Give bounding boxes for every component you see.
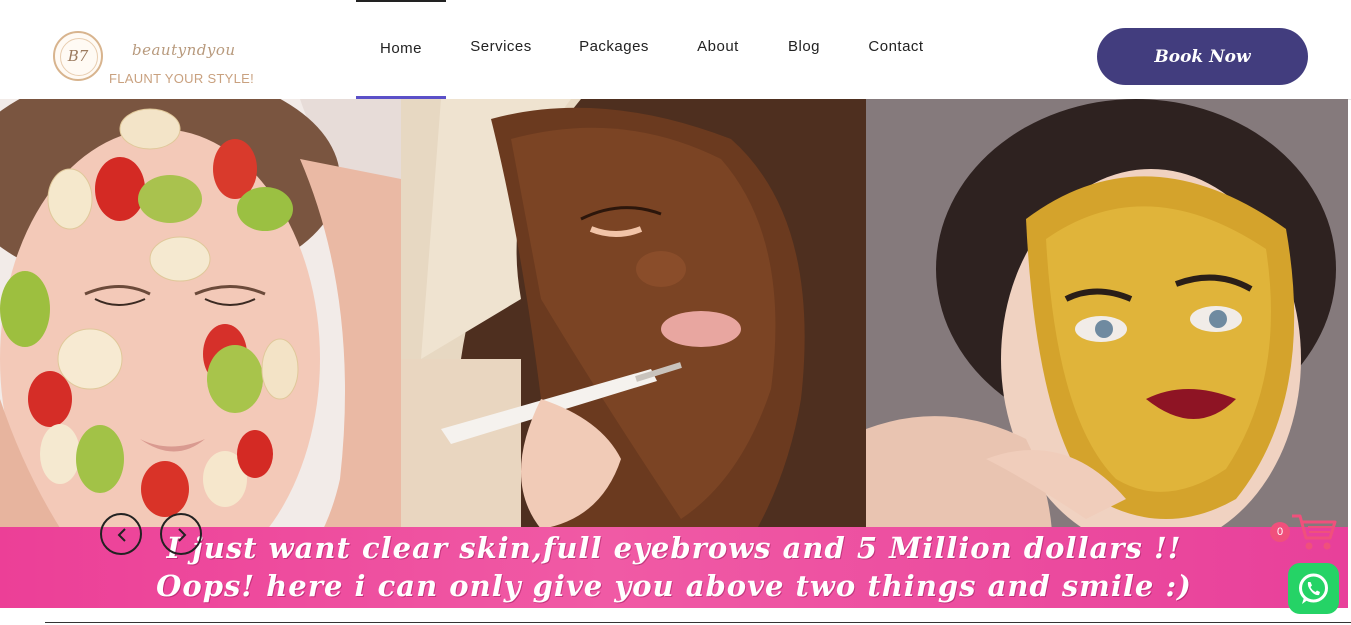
nav-services[interactable]: Services [458, 0, 544, 99]
chevron-left-icon [117, 528, 126, 542]
slider-next-button[interactable] [160, 513, 202, 555]
nav-home-label: Home [379, 40, 422, 57]
hero-caption-banner: I just want clear skin,full eyebrows and… [0, 527, 1348, 608]
site-header: B7 beautyndyou FLAUNT YOUR STYLE! Home S… [0, 0, 1351, 100]
logo-monogram: B7 [67, 47, 89, 65]
chevron-right-icon [178, 528, 187, 542]
nav-blog[interactable]: Blog [776, 0, 832, 99]
nav-contact[interactable]: Contact [856, 0, 936, 99]
whatsapp-icon [1299, 573, 1328, 604]
logo-badge-icon: B7 [53, 31, 103, 81]
hero-caption-line2: Oops! here i can only give you above two… [156, 569, 1192, 603]
nav-blog-label: Blog [787, 38, 821, 55]
brand-name: beautyndyou [132, 41, 236, 59]
nav-about[interactable]: About [686, 0, 750, 99]
slider-prev-button[interactable] [100, 513, 142, 555]
nav-services-label: Services [470, 38, 532, 55]
book-now-button[interactable]: Book Now [1097, 28, 1308, 85]
brand-tagline: FLAUNT YOUR STYLE! [109, 71, 255, 86]
whatsapp-chat-button[interactable] [1288, 563, 1339, 614]
brand-logo[interactable]: B7 beautyndyou FLAUNT YOUR STYLE! [53, 31, 263, 87]
shopping-cart-icon [1292, 514, 1337, 550]
cart-count-badge: 0 [1270, 522, 1290, 542]
nav-contact-label: Contact [868, 38, 924, 55]
nav-packages[interactable]: Packages [568, 0, 660, 99]
hero-caption-line1: I just want clear skin,full eyebrows and… [166, 531, 1182, 565]
nav-about-label: About [697, 38, 739, 55]
nav-home[interactable]: Home [356, 0, 446, 99]
nav-packages-label: Packages [579, 38, 649, 55]
page-divider [45, 622, 1351, 623]
hero-slider: I just want clear skin,full eyebrows and… [0, 99, 1348, 608]
cart-button[interactable]: 0 [1270, 512, 1340, 554]
